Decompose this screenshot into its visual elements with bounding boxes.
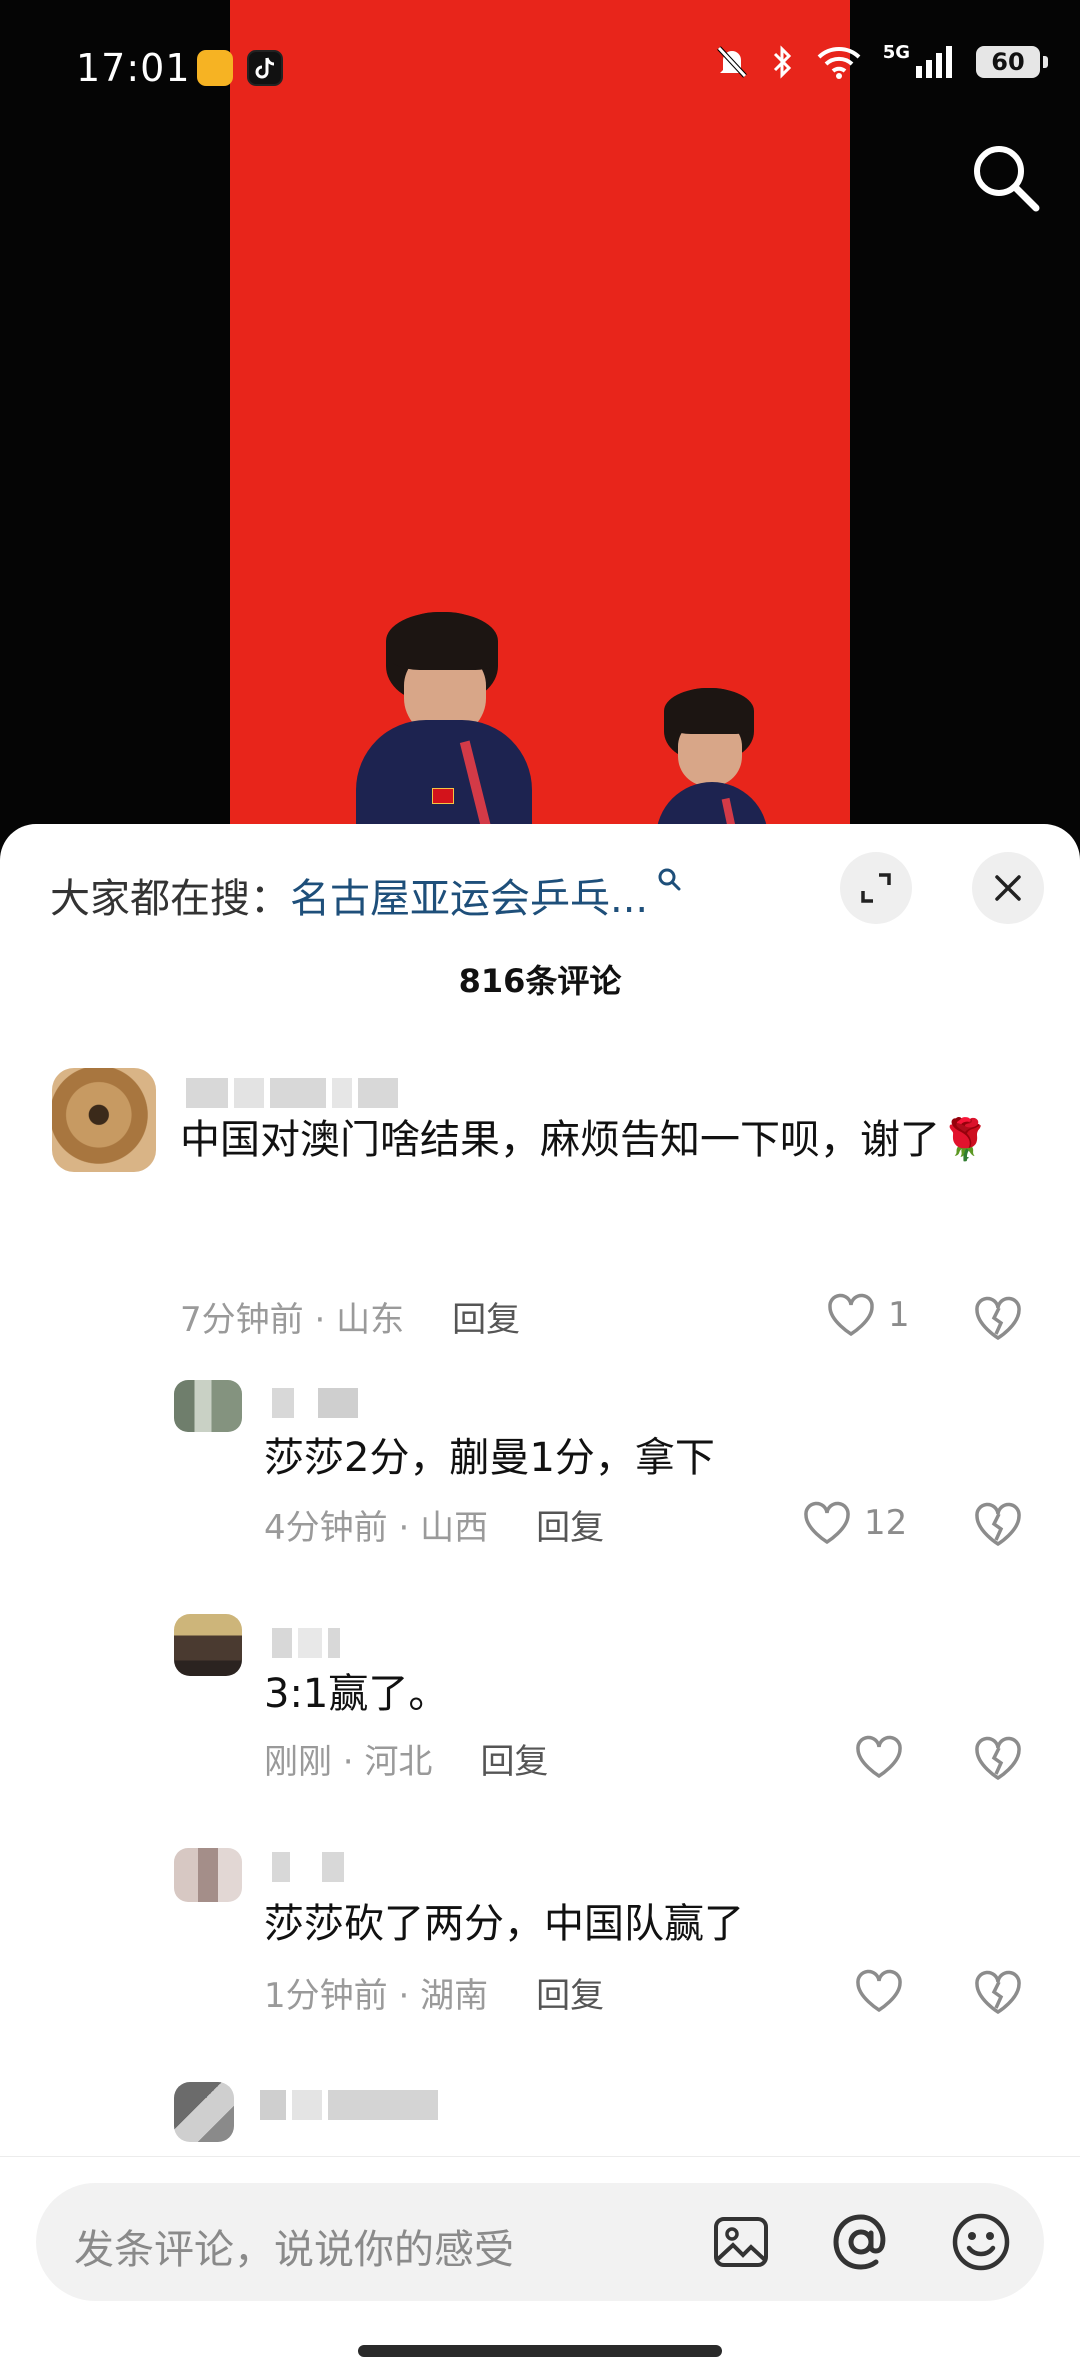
battery-indicator: 60 [976, 46, 1048, 78]
comment-text: 中国对澳门啥结果，麻烦告知一下呗，谢了🌹 [180, 1117, 990, 1163]
close-icon [995, 875, 1021, 901]
comment-text: 莎莎砍了两分，中国队赢了 [264, 1901, 744, 1947]
at-icon [833, 2214, 886, 2270]
heart-icon [828, 1293, 874, 1337]
dislike-icon[interactable] [972, 1734, 1024, 1782]
comment-location: 山西 [420, 1508, 489, 1548]
bell-off-icon [716, 46, 747, 78]
comment-meta: 1分钟前 · 湖南 回复 [264, 1976, 605, 2016]
hot-search-term[interactable]: 名古屋亚运会乒乓... [290, 876, 648, 922]
avatar[interactable] [174, 1380, 242, 1432]
avatar[interactable] [174, 1848, 242, 1902]
nickname-blurred[interactable] [260, 2090, 450, 2120]
mention-button[interactable] [828, 2209, 894, 2275]
reply-item: 莎莎砍了两分，中国队赢了 1分钟前 · 湖南 回复 [0, 1848, 1080, 2068]
like-button[interactable] [854, 1734, 916, 1780]
status-bar: 17:01 5G 60 [0, 0, 1080, 140]
emoji-button[interactable] [948, 2209, 1014, 2275]
comment-input[interactable]: 发条评论，说说你的感受 [36, 2183, 1044, 2301]
comment-time: 7分钟前 [180, 1300, 304, 1340]
dislike-icon[interactable] [972, 1294, 1024, 1342]
comment-meta: 4分钟前 · 山西 回复 [264, 1508, 605, 1548]
nickname-blurred[interactable] [272, 1628, 352, 1658]
comment-count: 816条评论 [458, 962, 622, 1000]
comment-meta: 刚刚 · 河北 回复 [264, 1742, 549, 1782]
comment-text: 3:1赢了。 [264, 1671, 449, 1717]
reply-item: 莎莎2分，蒯曼1分，拿下 4分钟前 · 山西 回复 12 [0, 1380, 1080, 1600]
expand-button[interactable] [840, 852, 912, 924]
expand-icon [861, 873, 891, 903]
player-left-figure [356, 612, 532, 860]
heart-icon [804, 1501, 850, 1545]
signal-icon [916, 46, 952, 78]
close-button[interactable] [972, 852, 1044, 924]
comment-input-bar: 发条评论，说说你的感受 [0, 2156, 1080, 2374]
reply-item: 3:1赢了。 刚刚 · 河北 回复 [0, 1614, 1080, 1834]
heart-icon [856, 1969, 902, 2013]
like-button[interactable]: 1 [826, 1292, 910, 1338]
image-icon [714, 2217, 768, 2267]
comment-location: 河北 [364, 1742, 433, 1782]
network-type-label: 5G [882, 41, 910, 63]
like-count: 1 [888, 1295, 910, 1335]
status-time: 17:01 [76, 46, 191, 90]
emoji-icon [952, 2213, 1010, 2271]
like-button[interactable]: 12 [802, 1500, 907, 1546]
avatar[interactable] [174, 2082, 234, 2142]
comment-text: 莎莎2分，蒯曼1分，拿下 [264, 1435, 715, 1481]
reply-button[interactable]: 回复 [536, 1976, 604, 2016]
nickname-blurred[interactable] [272, 1852, 352, 1882]
like-button[interactable] [854, 1968, 916, 2014]
comment-meta: 7分钟前 · 山东 回复 [180, 1300, 521, 1340]
search-icon[interactable] [968, 140, 1044, 216]
hot-search-bar[interactable]: 大家都在搜：名古屋亚运会乒乓... [50, 866, 682, 924]
reply-button[interactable]: 回复 [536, 1508, 604, 1548]
video-player[interactable]: 17:01 5G 60 [0, 0, 1080, 860]
bluetooth-icon [773, 45, 791, 79]
app-notification-icon [197, 50, 233, 86]
hot-search-icon [648, 868, 682, 899]
comment-location: 湖南 [420, 1976, 489, 2016]
comment-location: 山东 [336, 1300, 405, 1340]
reply-button[interactable]: 回复 [452, 1300, 520, 1340]
reply-button[interactable]: 回复 [480, 1742, 548, 1782]
heart-icon [856, 1735, 902, 1779]
image-button[interactable] [708, 2209, 774, 2275]
comment-time: 1分钟前 [264, 1976, 388, 2016]
avatar[interactable] [174, 1614, 242, 1676]
home-indicator[interactable] [358, 2345, 722, 2357]
avatar[interactable] [52, 1068, 156, 1172]
comment-sheet: 大家都在搜：名古屋亚运会乒乓... 816条评论 中国对澳门啥结果，麻烦告知一下… [0, 824, 1080, 2374]
nickname-blurred[interactable] [272, 1388, 372, 1418]
like-count: 12 [864, 1503, 908, 1543]
tiktok-notification-icon [247, 50, 283, 86]
dislike-icon[interactable] [972, 1500, 1024, 1548]
wifi-icon [817, 47, 861, 79]
comment-input-placeholder: 发条评论，说说你的感受 [74, 2227, 514, 2273]
comment-item: 中国对澳门啥结果，麻烦告知一下呗，谢了🌹 7分钟前 · 山东 回复 1 [0, 1062, 1080, 1362]
comment-time: 刚刚 [264, 1742, 332, 1782]
nickname-blurred[interactable] [186, 1078, 416, 1108]
comment-time: 4分钟前 [264, 1508, 388, 1548]
hot-search-prefix: 大家都在搜： [50, 876, 290, 922]
dislike-icon[interactable] [972, 1968, 1024, 2016]
reply-item [0, 2082, 1080, 2162]
